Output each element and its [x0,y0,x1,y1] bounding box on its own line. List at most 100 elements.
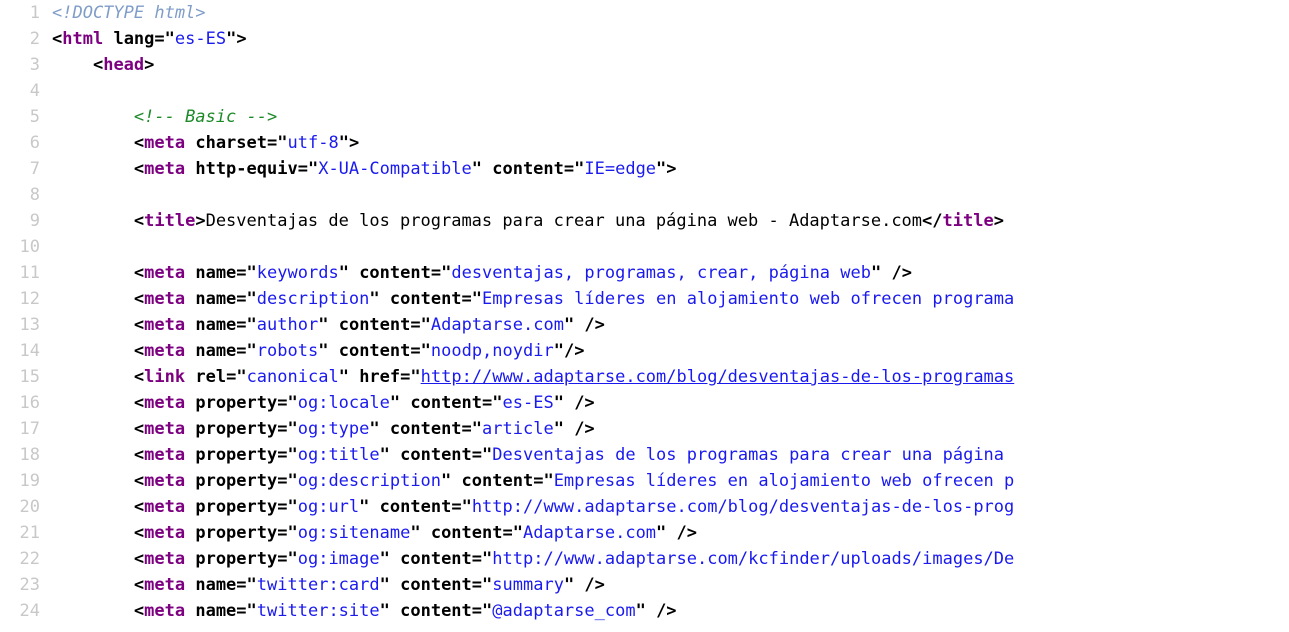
token-punct: > [195,211,206,231]
code-line-content[interactable]: <meta property="og:url" content="http://… [52,494,1289,520]
code-line-content[interactable]: <meta name="twitter:site" content="@adap… [52,598,1289,624]
line-number: 12 [19,289,40,309]
token-attr: rel [195,367,227,387]
token-punct: < [133,159,145,179]
code-line-content[interactable]: <meta http-equiv="X-UA-Compatible" conte… [52,156,1289,182]
code-line: 8 [0,182,1289,208]
code-line-content[interactable]: <meta property="og:title" content="Desve… [52,442,1289,468]
code-line-content[interactable]: <meta name="author" content="Adaptarse.c… [52,312,1289,338]
token-attr: content [359,263,431,283]
token-punct: < [133,523,145,543]
code-line-content[interactable]: <title>Desventajas de los programas para… [52,208,1289,234]
token-value: @adaptarse_com [492,601,636,621]
token-punct: /> [645,601,677,621]
code-line: 3 <head> [0,52,1289,78]
token-value: robots [256,341,319,361]
code-line-content[interactable]: <link rel="canonical" href="http://www.a… [52,364,1289,390]
line-text: <link rel="canonical" href="http://www.a… [52,364,1289,390]
code-line-content[interactable]: <head> [52,52,1289,78]
view-source-pane[interactable]: 1 <!DOCTYPE html> 2 <html lang="es-ES"> 3 <h… [0,0,1289,632]
code-line: 18 <meta property="og:title" content="De… [0,442,1289,468]
token-quote: " [656,523,667,543]
token-attr: name [195,263,237,283]
token-quote: " [389,393,401,413]
code-line-content[interactable]: <meta charset="utf-8"> [52,130,1289,156]
code-line-content[interactable]: <meta property="og:sitename" content="Ad… [52,520,1289,546]
code-line-content[interactable]: <meta property="og:image" content="http:… [52,546,1289,572]
token-attr: name [195,575,237,595]
code-line-content[interactable]: <meta name="keywords" content="desventaj… [52,260,1289,286]
token-punct: < [133,211,145,231]
token-link[interactable]: http://www.adaptarse.com/blog/desventaja… [421,367,1015,387]
code-line-content[interactable]: <meta name="description" content="Empres… [52,286,1289,312]
line-number: 7 [29,159,40,179]
token-eq: = [277,523,288,543]
token-eq: = [430,263,442,283]
token-punct: < [133,549,145,569]
token-tag: meta [144,549,186,569]
line-number: 10 [19,237,40,257]
token-quote: " [379,445,390,465]
code-line: 17 <meta property="og:type" content="art… [0,416,1289,442]
code-line-content[interactable] [52,78,1289,104]
code-line-content[interactable]: <meta name="robots" content="noodp,noydi… [52,338,1289,364]
token-attr: name [195,289,237,309]
token-punct: /> [666,523,698,543]
code-line-content[interactable]: <meta property="og:description" content=… [52,468,1289,494]
token-attr: href [359,367,401,387]
token-quote: " [471,159,482,179]
line-text: <!DOCTYPE html> [52,0,1289,26]
code-line-content[interactable]: <html lang="es-ES"> [52,26,1289,52]
line-number: 17 [19,419,40,439]
token-punct: < [133,471,145,491]
line-text: <meta property="og:description" content=… [52,468,1289,494]
token-punct: < [133,445,145,465]
token-value: X-UA-Compatible [318,159,472,179]
token-value: es-ES [174,29,227,49]
token-value: es-ES [502,393,554,413]
line-text: <title>Desventajas de los programas para… [52,208,1289,234]
token-value: Desventajas de los programas para crear … [492,445,1015,465]
token-attr: name [195,341,237,361]
token-value: twitter:card [256,575,380,595]
token-value: keywords [256,263,339,283]
token-value: article [482,419,554,439]
code-line-content[interactable]: <meta property="og:type" content="articl… [52,416,1289,442]
token-punct: /> [563,419,595,439]
token-punct: < [133,341,145,361]
token-quote: " [359,497,370,517]
line-number: 1 [29,3,40,23]
line-text: <meta charset="utf-8"> [52,130,1289,156]
code-line-content[interactable]: <meta property="og:locale" content="es-E… [52,390,1289,416]
token-doctype: <!DOCTYPE html> [52,3,206,23]
token-quote: " [246,315,257,335]
code-line-content[interactable] [52,234,1289,260]
line-text: <meta property="og:url" content="http://… [52,494,1289,520]
token-tag: meta [144,445,186,465]
token-quote: " [338,367,349,387]
token-value: Empresas líderes en alojamiento web ofre… [553,471,1015,491]
code-line-content[interactable]: <!DOCTYPE html> [52,0,1289,26]
code-line-content[interactable]: <!-- Basic --> [52,104,1289,130]
token-eq: = [236,315,247,335]
code-line: 23 <meta name="twitter:card" content="su… [0,572,1289,598]
token-value: og:url [297,497,360,517]
code-line-content[interactable] [52,182,1289,208]
code-line-content[interactable]: <meta name="twitter:card" content="summa… [52,572,1289,598]
